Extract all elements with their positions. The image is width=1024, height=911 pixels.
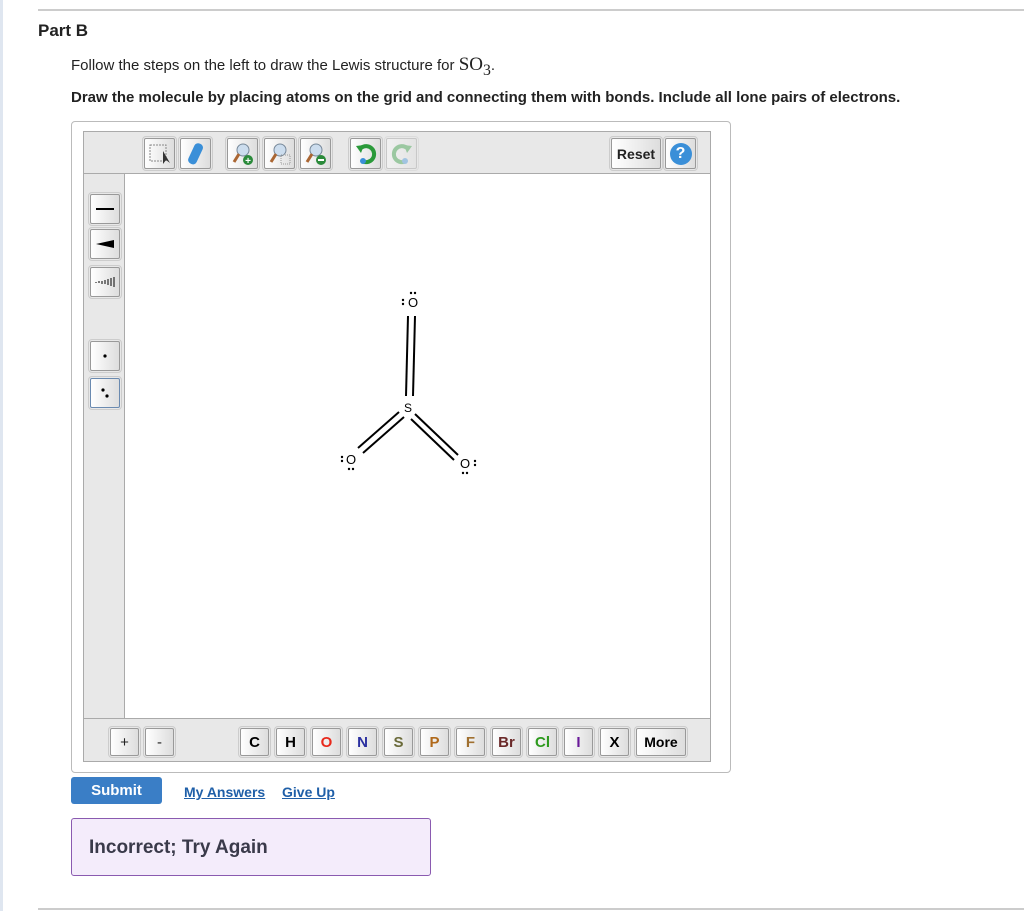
divider: [38, 9, 1024, 11]
element-button-br[interactable]: Br: [490, 726, 523, 758]
wedge-bond-icon: [96, 240, 114, 248]
undo-button[interactable]: [348, 136, 383, 171]
left-toolbar: [83, 174, 125, 719]
zoom-fit-icon: [269, 143, 290, 164]
lewis-structure: O S O O: [340, 291, 477, 475]
bottom-toolbar: + - C H O N S P F Br Cl I X More: [83, 718, 711, 762]
svg-text:+: +: [245, 156, 251, 166]
select-icon: [149, 144, 170, 164]
positive-charge-button[interactable]: +: [108, 726, 141, 758]
element-button-s[interactable]: S: [382, 726, 415, 758]
element-button-h[interactable]: H: [274, 726, 307, 758]
lone-pair-button[interactable]: [88, 376, 122, 410]
formula: SO3: [458, 54, 491, 79]
divider: [38, 908, 1024, 910]
atom-o-top: O: [408, 295, 418, 310]
negative-charge-button[interactable]: -: [143, 726, 176, 758]
redo-button[interactable]: [384, 136, 419, 171]
instruction: Follow the steps on the left to draw the…: [71, 54, 495, 80]
eraser-button[interactable]: [178, 136, 213, 171]
double-bond-top: [405, 315, 409, 397]
element-button-n[interactable]: N: [346, 726, 379, 758]
zoom-in-button[interactable]: +: [225, 136, 260, 171]
lone-pair-icon: [101, 388, 109, 398]
part-title: Part B: [38, 21, 89, 40]
reset-button[interactable]: Reset: [609, 136, 663, 171]
element-button-p[interactable]: P: [418, 726, 451, 758]
my-answers-link[interactable]: My Answers: [184, 784, 265, 800]
atom-s: S: [404, 401, 412, 415]
undo-icon: [355, 143, 376, 164]
submit-button[interactable]: Submit: [71, 777, 162, 804]
zoom-out-button[interactable]: [298, 136, 333, 171]
element-button-more[interactable]: More: [634, 726, 688, 758]
zoom-in-icon: +: [232, 143, 253, 166]
hash-bond-icon: [95, 277, 115, 287]
select-tool-button[interactable]: [142, 136, 177, 171]
feedback-text: Incorrect; Try Again: [89, 837, 268, 858]
element-button-x[interactable]: X: [598, 726, 631, 758]
hash-bond-button[interactable]: [88, 265, 122, 299]
element-button-i[interactable]: I: [562, 726, 595, 758]
instruction-bold: Draw the molecule by placing atoms on th…: [71, 89, 901, 106]
instruction-text: Follow the steps on the left to draw the…: [71, 57, 459, 74]
single-bond-icon: [96, 208, 114, 210]
double-bond-left: [357, 411, 400, 449]
single-electron-icon: [103, 354, 107, 358]
instruction-end: .: [490, 57, 496, 74]
help-button[interactable]: ?: [663, 136, 698, 171]
zoom-fit-button[interactable]: [262, 136, 297, 171]
feedback-box: Incorrect; Try Again: [71, 818, 431, 876]
element-button-o[interactable]: O: [310, 726, 343, 758]
help-icon: ?: [669, 142, 692, 165]
double-bond-right: [414, 413, 459, 456]
single-bond-button[interactable]: [88, 192, 122, 226]
bonds: [357, 315, 459, 461]
page-left-border: [0, 0, 3, 911]
eraser-icon: [187, 142, 203, 164]
drawing-canvas[interactable]: O S O O: [125, 174, 711, 719]
element-button-c[interactable]: C: [238, 726, 271, 758]
top-toolbar: + Reset ?: [83, 131, 711, 174]
atom-o-left: O: [346, 452, 356, 467]
redo-icon: [391, 143, 412, 164]
wedge-bond-button[interactable]: [88, 227, 122, 261]
element-button-f[interactable]: F: [454, 726, 487, 758]
give-up-link[interactable]: Give Up: [282, 784, 335, 800]
zoom-out-icon: [305, 143, 326, 165]
element-button-cl[interactable]: Cl: [526, 726, 559, 758]
radical-button[interactable]: [88, 339, 122, 373]
atom-o-right: O: [460, 456, 470, 471]
